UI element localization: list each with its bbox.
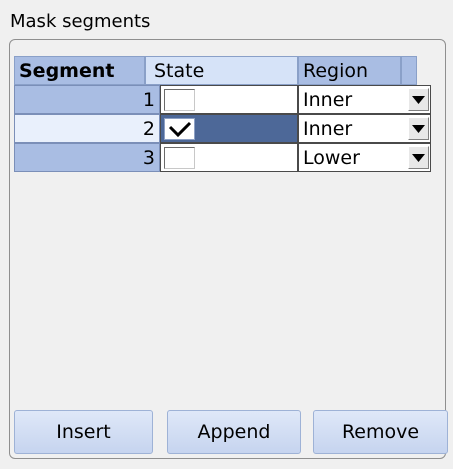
group-title: Mask segments — [10, 11, 151, 32]
state-cell[interactable] — [160, 85, 298, 114]
state-checkbox[interactable] — [164, 147, 195, 169]
table-header-row: Segment State Region — [14, 56, 417, 85]
column-header-state[interactable]: State — [145, 56, 298, 85]
chevron-down-icon — [412, 96, 425, 104]
append-button[interactable]: Append — [167, 410, 301, 454]
segment-number-cell[interactable]: 3 — [14, 143, 160, 172]
segment-number-cell[interactable]: 1 — [14, 85, 160, 114]
column-header-region[interactable]: Region — [298, 56, 401, 85]
dropdown-button[interactable] — [408, 117, 429, 140]
state-cell[interactable] — [160, 143, 298, 172]
dropdown-button[interactable] — [408, 88, 429, 111]
column-header-filler — [401, 56, 417, 85]
region-dropdown[interactable]: Inner — [298, 85, 431, 114]
chevron-down-icon — [412, 125, 425, 133]
mask-segments-panel: Mask segments Segment State Region 1 Inn… — [0, 0, 453, 469]
segment-number-cell[interactable]: 2 — [14, 114, 160, 143]
region-dropdown-value: Inner — [303, 89, 353, 111]
region-dropdown-value: Lower — [303, 147, 360, 169]
remove-button[interactable]: Remove — [313, 410, 448, 454]
table-row[interactable]: 3 Lower — [14, 143, 431, 172]
table-row[interactable]: 2 Inner — [14, 114, 431, 143]
region-dropdown[interactable]: Lower — [298, 143, 431, 172]
chevron-down-icon — [412, 154, 425, 162]
checkmark-icon — [168, 121, 192, 138]
dropdown-button[interactable] — [408, 146, 429, 169]
column-header-segment[interactable]: Segment — [14, 56, 145, 85]
state-checkbox[interactable] — [164, 89, 195, 111]
table-row[interactable]: 1 Inner — [14, 85, 431, 114]
region-dropdown-value: Inner — [303, 118, 353, 140]
insert-button[interactable]: Insert — [14, 410, 153, 454]
region-dropdown[interactable]: Inner — [298, 114, 431, 143]
state-checkbox[interactable] — [164, 118, 195, 140]
state-cell[interactable] — [160, 114, 298, 143]
